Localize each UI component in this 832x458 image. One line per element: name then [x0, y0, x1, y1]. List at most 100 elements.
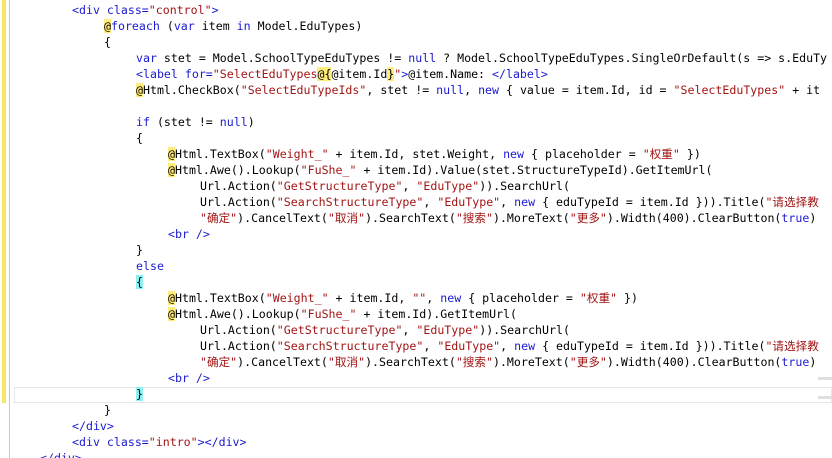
- code-token: "确定": [200, 211, 238, 225]
- code-token: ></div>: [197, 435, 247, 449]
- code-line[interactable]: }: [136, 242, 143, 258]
- code-token: { placeholder =: [461, 291, 580, 305]
- scroll-marker: [818, 396, 832, 399]
- code-token: + item.Id).Value(stet.StructureTypeId).G…: [356, 163, 713, 177]
- code-token: "Weight_": [265, 147, 329, 161]
- code-token: if: [136, 115, 150, 129]
- code-token: Url.Action(: [200, 179, 277, 193]
- code-line[interactable]: @Html.TextBox("Weight_" + item.Id, stet.…: [168, 146, 701, 162]
- code-line[interactable]: "确定").CancelText("取消").SearchText("搜索").…: [200, 354, 816, 370]
- code-token: "确定": [200, 355, 238, 369]
- code-line[interactable]: @Html.Awe().Lookup("FuShe_" + item.Id).V…: [168, 162, 712, 178]
- code-line[interactable]: </div>: [40, 450, 82, 458]
- code-line[interactable]: Url.Action("GetStructureType", "EduType"…: [200, 322, 570, 338]
- code-token: "EduType": [437, 339, 501, 353]
- code-line[interactable]: }: [136, 386, 143, 402]
- code-line[interactable]: <label for="SelectEduTypes@{@item.Id}">@…: [136, 66, 548, 82]
- code-line[interactable]: if (stet != null): [136, 114, 255, 130]
- code-token: ): [247, 115, 255, 129]
- code-line[interactable]: }: [104, 402, 111, 418]
- code-token: Url.Action(: [200, 195, 277, 209]
- code-token: </div>: [72, 419, 114, 433]
- code-line[interactable]: <div class="control">: [72, 2, 219, 18]
- code-token: + item.Id, stet.Weight,: [328, 147, 504, 161]
- code-line[interactable]: {: [136, 130, 143, 146]
- code-token: null: [408, 51, 437, 65]
- code-token: @: [136, 83, 143, 97]
- code-token: "权重": [579, 291, 618, 305]
- code-editor[interactable]: <div class="control"> @foreach (var item …: [0, 0, 832, 458]
- code-token: true: [781, 211, 810, 225]
- code-token: { eduTypeId = item.Id })).Title(: [535, 339, 766, 353]
- code-token: (stet !=: [149, 115, 220, 129]
- code-token: ).SearchText(: [365, 355, 456, 369]
- code-token: )).SearchUrl(: [479, 179, 570, 193]
- code-line[interactable]: {: [136, 274, 143, 290]
- code-token: "搜索": [455, 355, 493, 369]
- code-token: ,: [402, 179, 417, 193]
- code-token: }: [136, 243, 143, 257]
- code-token: + item.Id).GetItemUrl(: [356, 307, 518, 321]
- code-token: new: [478, 83, 500, 97]
- code-token: "SelectEduTypeIds": [240, 83, 367, 97]
- code-token: new: [514, 339, 536, 353]
- code-token: "取消": [327, 211, 366, 225]
- code-token: Url.Action(: [200, 323, 277, 337]
- code-token: </div>: [40, 451, 82, 458]
- code-token: "FuShe_": [300, 163, 357, 177]
- code-token: )).SearchUrl(: [479, 323, 570, 337]
- code-token: "取消": [327, 355, 366, 369]
- code-token: ,: [423, 339, 438, 353]
- code-token: "GetStructureType": [276, 179, 403, 193]
- code-line[interactable]: Url.Action("GetStructureType", "EduType"…: [200, 178, 570, 194]
- scroll-marker: [818, 377, 832, 380]
- code-token: ): [809, 211, 817, 225]
- code-line[interactable]: @Html.Awe().Lookup("FuShe_" + item.Id).G…: [168, 306, 517, 322]
- code-token: (: [159, 19, 174, 33]
- code-token: var: [136, 51, 157, 65]
- outline-guide: [9, 0, 10, 458]
- code-token: "SearchStructureType": [276, 339, 424, 353]
- code-token: "SelectEduTypes": [673, 83, 786, 97]
- code-line[interactable]: @foreach (var item in Model.EduTypes): [104, 18, 362, 34]
- code-line[interactable]: {: [104, 34, 111, 50]
- code-token: true: [781, 355, 810, 369]
- code-token: null: [219, 115, 248, 129]
- code-line[interactable]: Url.Action("SearchStructureType", "EduTy…: [200, 194, 819, 210]
- code-token: item: [194, 19, 237, 33]
- code-token: ).SearchText(: [365, 211, 456, 225]
- code-line[interactable]: <div class="intro"></div>: [72, 434, 247, 450]
- code-token: "搜索": [455, 211, 493, 225]
- code-token: stet = Model.SchoolTypeEduTypes !=: [156, 51, 409, 65]
- code-token: ).Width(400).ClearButton(: [606, 355, 782, 369]
- code-token: @: [168, 147, 175, 161]
- code-line[interactable]: </div>: [72, 418, 114, 434]
- code-token: "EduType": [416, 323, 480, 337]
- code-token: ? Model.SchoolTypeEduTypes.SingleOrDefau…: [436, 51, 828, 65]
- code-token: ,: [423, 195, 438, 209]
- code-line[interactable]: var stet = Model.SchoolTypeEduTypes != n…: [136, 50, 827, 66]
- code-token: <div class=: [72, 435, 149, 449]
- code-token: Model.EduTypes): [250, 19, 363, 33]
- code-token: "FuShe_": [300, 307, 357, 321]
- code-token: new: [440, 291, 462, 305]
- code-token: ): [809, 355, 817, 369]
- code-line[interactable]: "确定").CancelText("取消").SearchText("搜索").…: [200, 210, 816, 226]
- code-token: var: [173, 19, 195, 33]
- code-token: new: [514, 195, 536, 209]
- code-line[interactable]: <br />: [168, 226, 210, 242]
- code-token: @item.Id: [331, 67, 388, 81]
- code-token: @: [104, 19, 111, 33]
- code-token: ,: [464, 83, 479, 97]
- code-token: @: [168, 307, 175, 321]
- code-token: {: [136, 131, 143, 145]
- code-token: "SearchStructureType": [276, 195, 424, 209]
- code-token: }): [679, 147, 701, 161]
- code-token: "GetStructureType": [276, 323, 403, 337]
- code-line[interactable]: @Html.CheckBox("SelectEduTypeIds", stet …: [136, 82, 820, 98]
- code-line[interactable]: @Html.TextBox("Weight_" + item.Id, "", n…: [168, 290, 638, 306]
- code-line[interactable]: <br />: [168, 370, 210, 386]
- code-token: { eduTypeId = item.Id })).Title(: [535, 195, 766, 209]
- code-line[interactable]: else: [136, 258, 164, 274]
- code-line[interactable]: Url.Action("SearchStructureType", "EduTy…: [200, 338, 819, 354]
